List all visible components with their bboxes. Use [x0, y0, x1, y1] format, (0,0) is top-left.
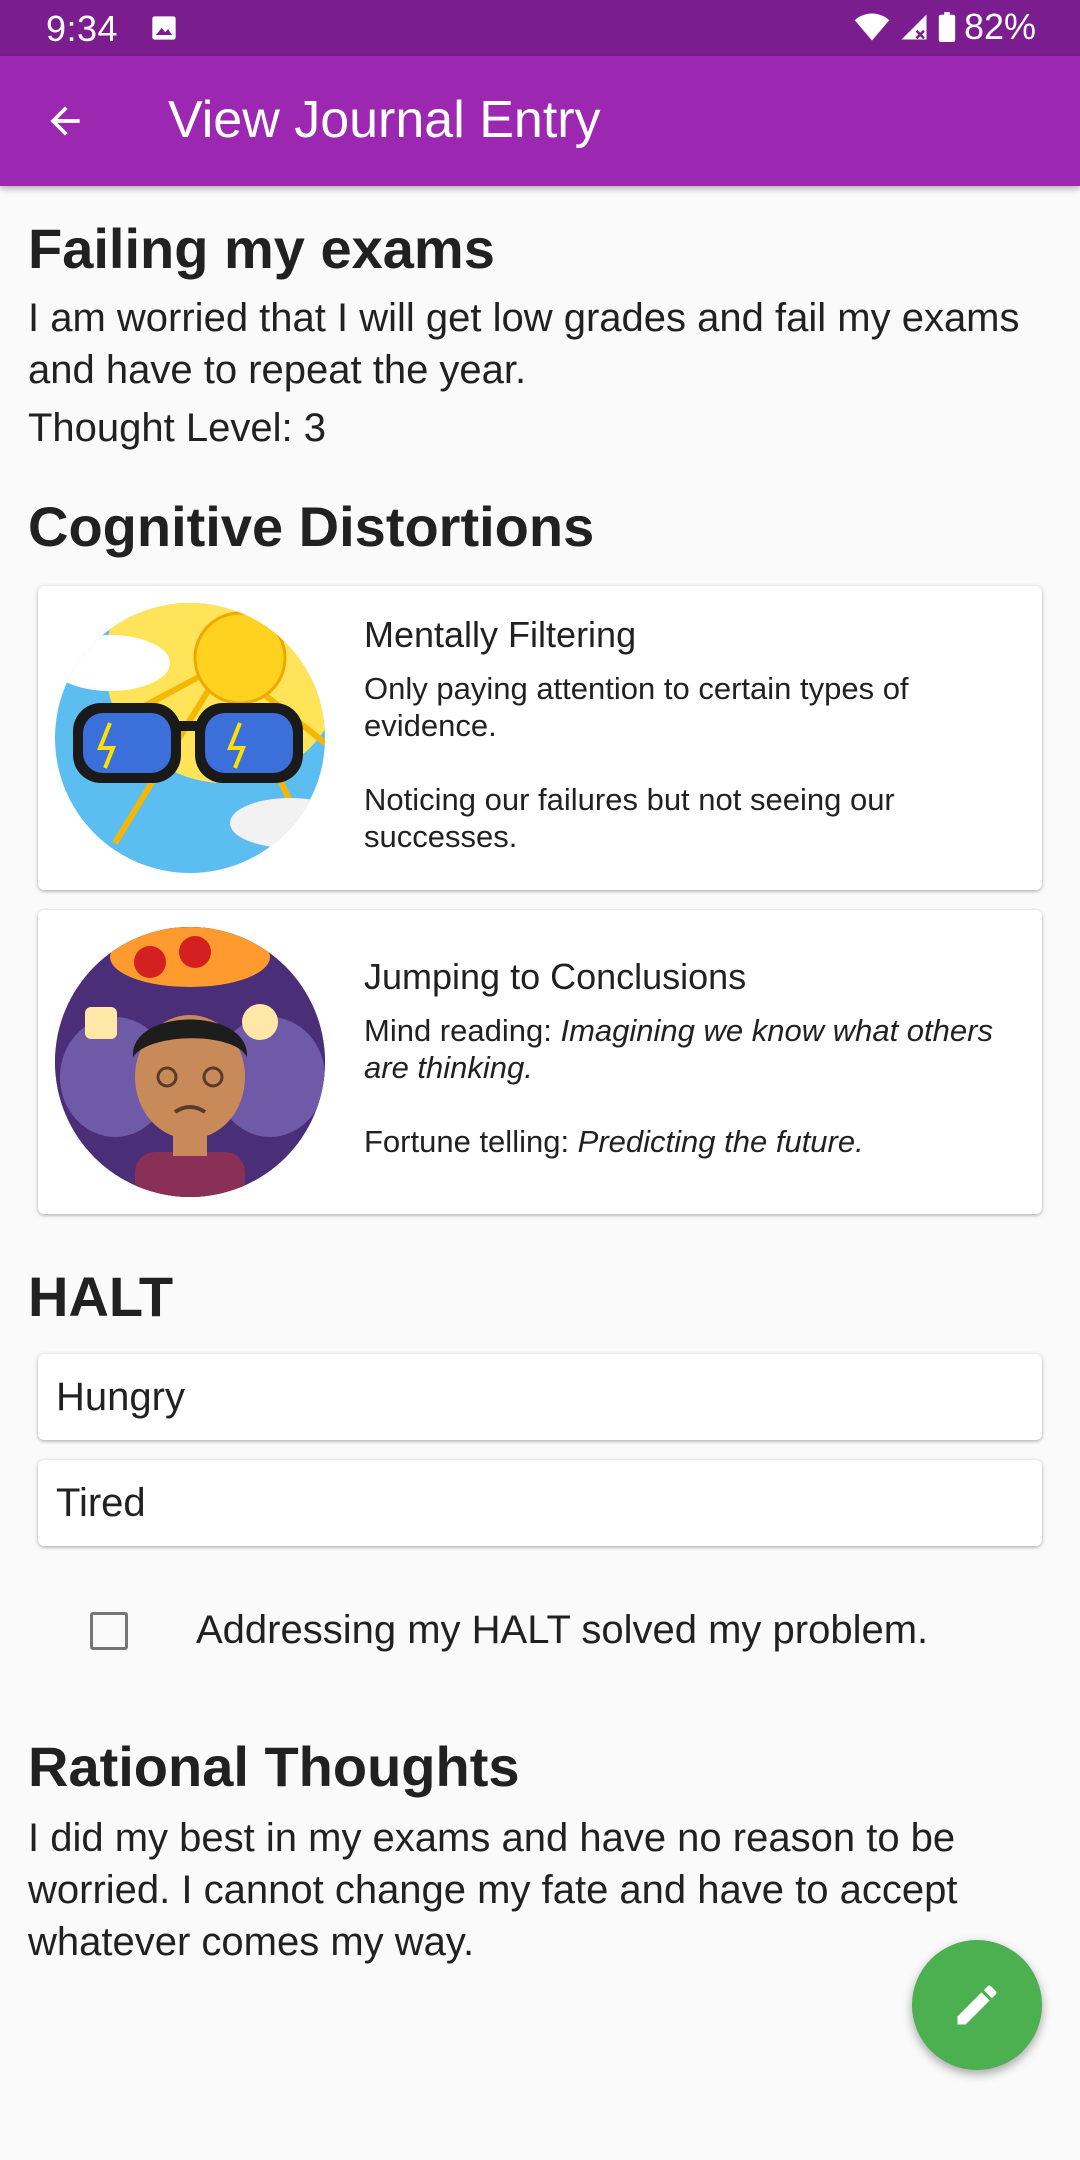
- halt-item-label: Tired: [56, 1480, 146, 1525]
- status-time: 9:34: [46, 8, 119, 49]
- halt-heading: HALT: [28, 1265, 174, 1328]
- mentally-filtering-illustration: [55, 603, 325, 873]
- halt-solved-row[interactable]: Addressing my HALT solved my problem.: [90, 1608, 928, 1653]
- image-icon: [152, 16, 176, 40]
- distortion-text: Mentally Filtering Only paying attention…: [364, 614, 1024, 855]
- distortion-card-jumping-to-conclusions[interactable]: Jumping to Conclusions Mind reading: Ima…: [38, 910, 1042, 1214]
- rational-thoughts-heading: Rational Thoughts: [28, 1735, 520, 1798]
- distortion-title: Jumping to Conclusions: [364, 956, 747, 997]
- wifi-icon: [854, 13, 890, 41]
- halt-item-tired[interactable]: Tired: [38, 1460, 1042, 1546]
- halt-item-hungry[interactable]: Hungry: [38, 1354, 1042, 1440]
- signal-icon: [901, 14, 927, 40]
- distortion-description: Fortune telling: Predicting the future.: [364, 1123, 1024, 1160]
- distortion-description: Noticing our failures but not seeing our…: [364, 782, 895, 854]
- arrow-back-icon: [50, 106, 80, 136]
- jumping-to-conclusions-illustration: [55, 927, 325, 1197]
- battery-icon: [938, 12, 956, 42]
- rational-thoughts-text: I did my best in my exams and have no re…: [28, 1816, 958, 1964]
- entry-text: I am worried that I will get low grades …: [28, 296, 1020, 392]
- distortion-card-mentally-filtering[interactable]: Mentally Filtering Only paying attention…: [38, 586, 1042, 890]
- edit-entry-button[interactable]: [912, 1940, 1042, 2070]
- pencil-icon: [957, 1985, 997, 2025]
- thought-level: Thought Level: 3: [28, 406, 326, 450]
- page-title: View Journal Entry: [168, 91, 601, 149]
- halt-solved-checkbox[interactable]: [90, 1611, 128, 1650]
- distortion-label: Fortune telling:: [364, 1124, 578, 1159]
- status-bar: 9:34 82%: [0, 0, 1080, 56]
- distortion-description: Only paying attention to certain types o…: [364, 671, 909, 743]
- app-bar: View Journal Entry: [0, 56, 1080, 186]
- cognitive-distortions-heading: Cognitive Distortions: [28, 495, 595, 558]
- distortion-label: Mind reading:: [364, 1013, 561, 1048]
- status-icons: 82%: [854, 6, 1036, 48]
- halt-item-label: Hungry: [56, 1374, 185, 1419]
- entry-title: Failing my exams: [28, 217, 495, 280]
- halt-solved-label: Addressing my HALT solved my problem.: [196, 1608, 929, 1652]
- battery-percent: 82%: [963, 6, 1036, 47]
- distortion-title: Mentally Filtering: [364, 614, 637, 655]
- distortion-definition: Predicting the future.: [577, 1124, 864, 1159]
- distortion-description: Mind reading: Imagining we know what oth…: [364, 1012, 1024, 1086]
- distortion-text: Jumping to Conclusions Mind reading: Ima…: [364, 956, 1024, 1160]
- back-button[interactable]: [30, 89, 100, 153]
